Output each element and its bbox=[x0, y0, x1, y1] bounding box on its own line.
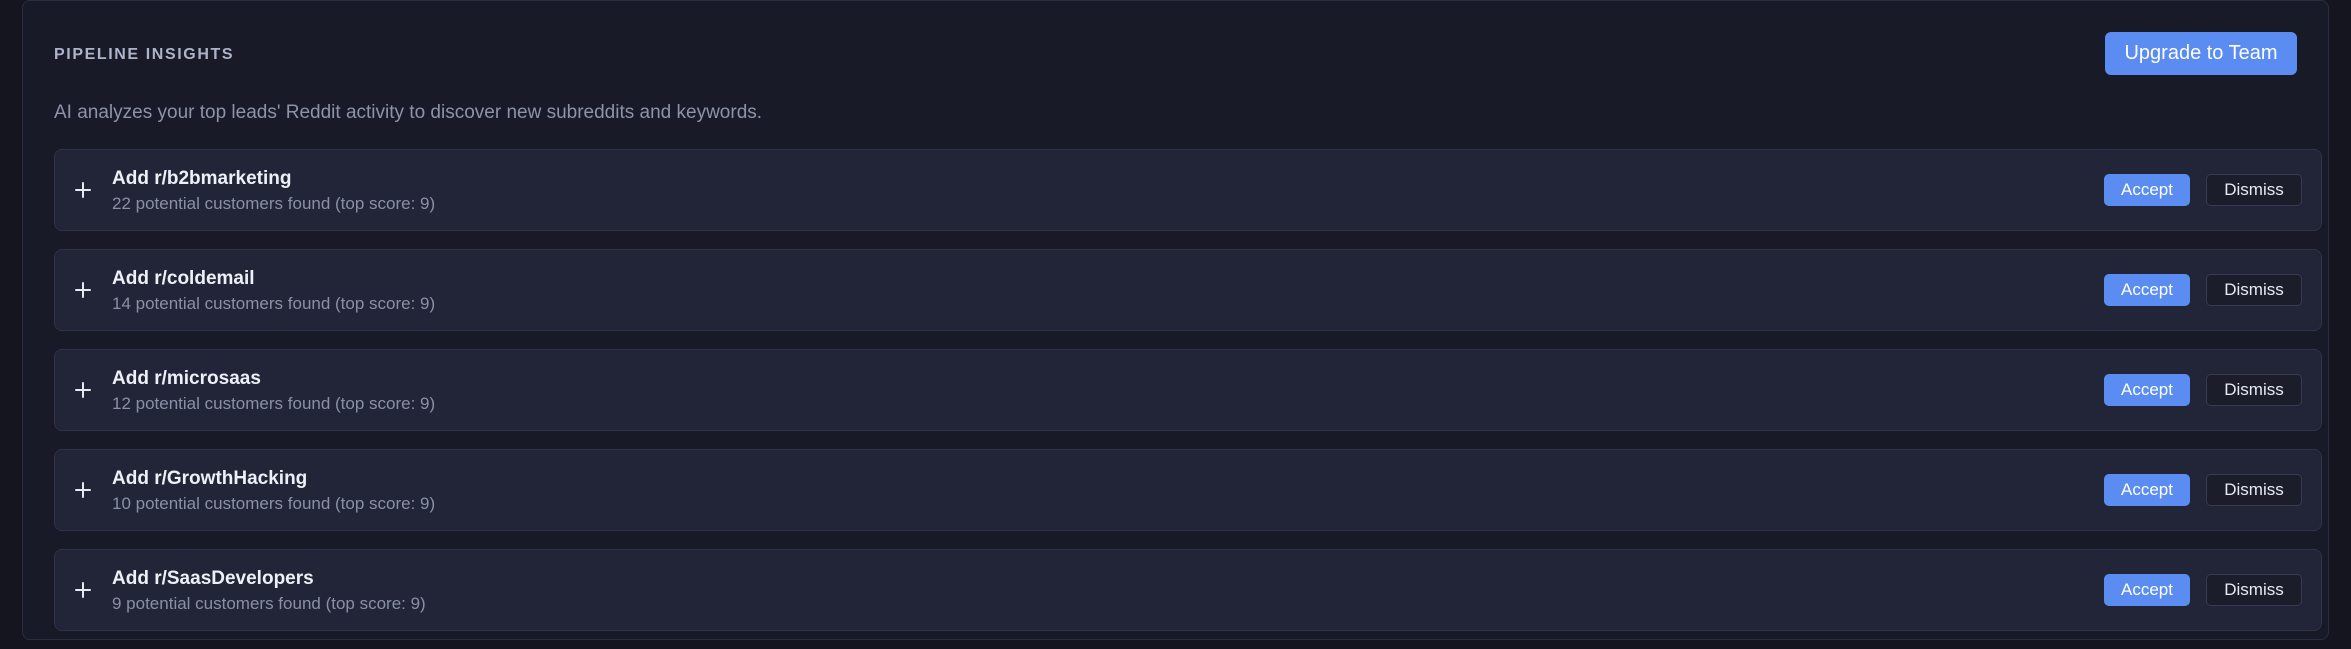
suggestion-subtitle: 14 potential customers found (top score:… bbox=[112, 294, 436, 313]
suggestion-title: Add r/microsaas bbox=[112, 368, 261, 389]
section-title: PIPELINE INSIGHTS bbox=[54, 46, 235, 63]
dismiss-button[interactable]: Dismiss bbox=[2206, 274, 2302, 306]
accept-button[interactable]: Accept bbox=[2104, 374, 2190, 406]
list-item: Add r/microsaas 12 potential customers f… bbox=[54, 349, 2322, 431]
suggestion-subtitle: 9 potential customers found (top score: … bbox=[112, 594, 426, 613]
plus-icon[interactable] bbox=[74, 481, 92, 499]
plus-icon[interactable] bbox=[74, 581, 92, 599]
suggestion-subtitle: 12 potential customers found (top score:… bbox=[112, 394, 436, 413]
suggestion-title: Add r/GrowthHacking bbox=[112, 468, 308, 489]
dismiss-button[interactable]: Dismiss bbox=[2206, 374, 2302, 406]
accept-button[interactable]: Accept bbox=[2104, 274, 2190, 306]
suggestion-list: Add r/b2bmarketing 22 potential customer… bbox=[54, 149, 2322, 649]
list-item: Add r/coldemail 14 potential customers f… bbox=[54, 249, 2322, 331]
accept-button[interactable]: Accept bbox=[2104, 574, 2190, 606]
dismiss-button[interactable]: Dismiss bbox=[2206, 574, 2302, 606]
list-item: Add r/SaasDevelopers 9 potential custome… bbox=[54, 549, 2322, 631]
suggestion-title: Add r/coldemail bbox=[112, 268, 255, 289]
suggestion-title: Add r/SaasDevelopers bbox=[112, 568, 314, 589]
suggestion-subtitle: 22 potential customers found (top score:… bbox=[112, 194, 436, 213]
upgrade-to-team-button[interactable]: Upgrade to Team bbox=[2105, 32, 2297, 75]
plus-icon[interactable] bbox=[74, 281, 92, 299]
panel-description: AI analyzes your top leads' Reddit activ… bbox=[54, 102, 763, 123]
dismiss-button[interactable]: Dismiss bbox=[2206, 474, 2302, 506]
dismiss-button[interactable]: Dismiss bbox=[2206, 174, 2302, 206]
pipeline-insights-panel: PIPELINE INSIGHTS Upgrade to Team AI ana… bbox=[22, 0, 2329, 640]
suggestion-title: Add r/b2bmarketing bbox=[112, 168, 292, 189]
list-item: Add r/b2bmarketing 22 potential customer… bbox=[54, 149, 2322, 231]
accept-button[interactable]: Accept bbox=[2104, 174, 2190, 206]
plus-icon[interactable] bbox=[74, 381, 92, 399]
list-item: Add r/GrowthHacking 10 potential custome… bbox=[54, 449, 2322, 531]
plus-icon[interactable] bbox=[74, 181, 92, 199]
suggestion-subtitle: 10 potential customers found (top score:… bbox=[112, 494, 436, 513]
accept-button[interactable]: Accept bbox=[2104, 474, 2190, 506]
